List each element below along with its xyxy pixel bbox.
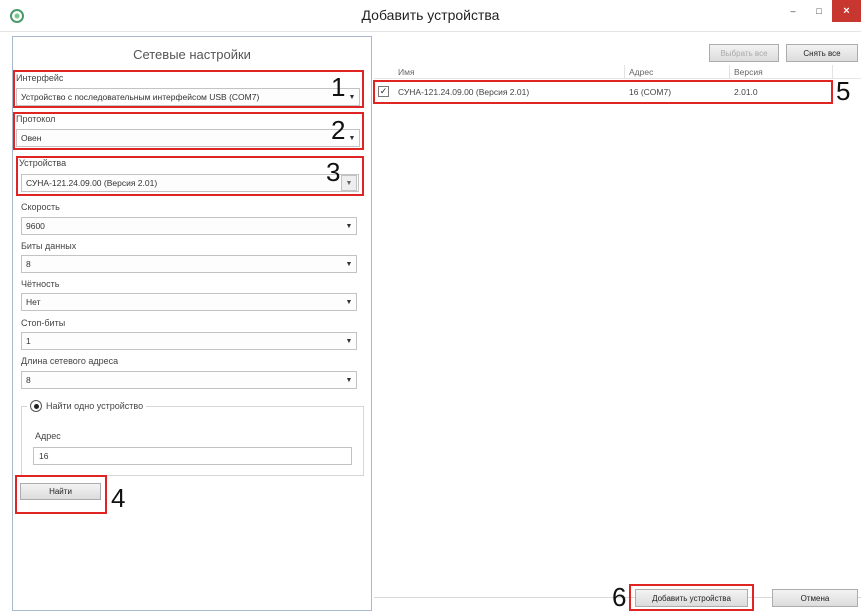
interface-select[interactable]: Устройство с последовательным интерфейсо… [16,88,360,106]
column-divider [624,65,625,79]
add-devices-button[interactable]: Добавить устройства [635,589,748,607]
cancel-button[interactable]: Отмена [772,589,858,607]
select-all-button[interactable]: Выбрать все [709,44,779,62]
interface-label: Интерфейс [16,73,64,83]
data-bits-value: 8 [26,259,31,269]
parity-value: Нет [26,297,41,307]
address-length-label: Длина сетевого адреса [21,356,119,366]
dropdown-arrow-icon: ▼ [345,222,353,230]
minimize-button[interactable]: – [780,0,806,22]
dropdown-arrow-icon: ▼ [345,260,353,268]
network-settings-panel: Сетевые настройки Интерфейс Устройство с… [12,36,372,611]
data-bits-label: Биты данных [21,241,77,251]
column-header-address[interactable]: Адрес [629,67,653,77]
address-value: 16 [39,451,49,461]
parity-select[interactable]: Нет ▼ [21,293,357,311]
protocol-select[interactable]: Овен ▼ [16,129,360,147]
callout-number-3: 3 [326,157,341,187]
address-length-value: 8 [26,375,31,385]
callout-number-4: 4 [111,483,126,513]
dropdown-arrow-icon: ▼ [341,175,357,191]
speed-select[interactable]: 9600 ▼ [21,217,357,235]
devices-table-header: Имя Адрес Версия [374,65,861,79]
speed-label: Скорость [21,202,60,212]
devices-value: СУНА-121.24.09.00 (Версия 2.01) [26,178,158,188]
find-button[interactable]: Найти [20,483,101,500]
callout-number-5: 5 [836,76,851,106]
column-header-name[interactable]: Имя [398,67,415,77]
callout-number-6: 6 [612,582,627,612]
parity-label: Чётность [21,279,60,289]
find-one-device-option[interactable]: Найти одно устройство [27,400,147,412]
column-divider [832,65,833,79]
callout-number-2: 2 [331,115,346,145]
unselect-all-button[interactable]: Снять все [786,44,858,62]
find-one-device-group [21,406,364,476]
interface-value: Устройство с последовательным интерфейсо… [21,92,260,102]
data-bits-select[interactable]: 8 ▼ [21,255,357,273]
close-button[interactable]: × [832,0,861,22]
stop-bits-value: 1 [26,336,31,346]
speed-value: 9600 [26,221,45,231]
address-label: Адрес [35,431,61,441]
close-icon: × [843,5,850,17]
title-bar: Добавить устройства – □ × [0,0,861,32]
devices-label: Устройства [19,158,67,168]
maximize-button[interactable]: □ [806,0,832,22]
devices-select[interactable]: СУНА-121.24.09.00 (Версия 2.01) ▼ [21,174,359,192]
radio-selected-icon[interactable] [30,400,42,412]
stop-bits-select[interactable]: 1 ▼ [21,332,357,350]
maximize-icon: □ [816,6,822,16]
protocol-value: Овен [21,133,42,143]
dropdown-arrow-icon: ▼ [348,93,356,101]
dropdown-arrow-icon: ▼ [345,298,353,306]
callout-box-5 [373,80,833,104]
column-header-version[interactable]: Версия [734,67,763,77]
panel-title: Сетевые настройки [133,47,251,62]
address-input[interactable]: 16 [33,447,352,465]
devices-list-panel: Выбрать все Снять все Имя Адрес Версия ✓… [373,36,861,612]
find-one-device-label: Найти одно устройство [46,401,144,411]
stop-bits-label: Стоп-биты [21,318,66,328]
window-title: Добавить устройства [361,7,500,23]
dropdown-arrow-icon: ▼ [348,134,356,142]
column-divider [729,65,730,79]
callout-number-1: 1 [331,72,346,102]
dropdown-arrow-icon: ▼ [345,376,353,384]
protocol-label: Протокол [16,114,56,124]
address-length-select[interactable]: 8 ▼ [21,371,357,389]
dropdown-arrow-icon: ▼ [345,337,353,345]
minimize-icon: – [790,6,796,16]
